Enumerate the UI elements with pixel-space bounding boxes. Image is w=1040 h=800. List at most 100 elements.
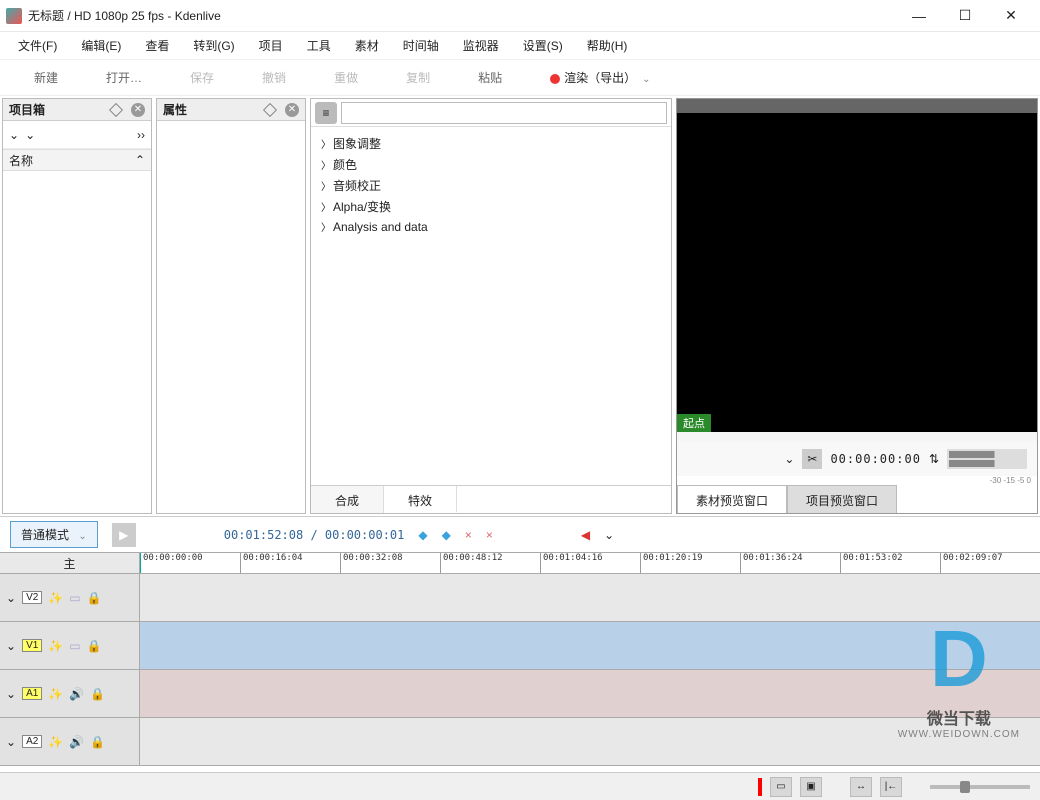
maximize-button[interactable]: ☐: [942, 1, 988, 31]
marker-in-icon[interactable]: ◆: [418, 528, 427, 542]
list-icon[interactable]: ≡: [315, 102, 337, 124]
name-column[interactable]: 名称: [9, 152, 135, 169]
menu-monitor[interactable]: 监视器: [451, 33, 511, 58]
effect-category[interactable]: Analysis and data: [311, 217, 671, 236]
effect-category[interactable]: 颜色: [311, 154, 671, 175]
delete-marker-icon[interactable]: ×: [465, 528, 472, 542]
more-icon[interactable]: ››: [137, 128, 145, 142]
undock-icon[interactable]: [109, 102, 123, 116]
app-icon: [6, 8, 22, 24]
play-icon[interactable]: ▶: [112, 523, 136, 547]
zoom-fit-icon[interactable]: ↔: [850, 777, 872, 797]
menu-help[interactable]: 帮助(H): [575, 33, 640, 58]
tab-project-monitor[interactable]: 项目预览窗口: [787, 485, 897, 513]
render-label: 渲染（导出）: [564, 71, 636, 85]
title-bar: 无标题 / HD 1080p 25 fps - Kdenlive — ☐ ✕: [0, 0, 1040, 32]
track-label: V2: [22, 591, 42, 604]
zoom-slider[interactable]: [930, 785, 1030, 789]
lock-icon[interactable]: 🔒: [87, 639, 102, 653]
props-title: 属性: [163, 101, 265, 118]
crop-icon[interactable]: ✂: [802, 449, 822, 469]
menu-goto[interactable]: 转到(G): [181, 33, 246, 58]
audio-icon[interactable]: 🔊: [69, 735, 84, 749]
edit-mode-button[interactable]: 普通模式 ⌄: [10, 521, 98, 548]
ruler-tick: 00:00:00:00: [140, 553, 240, 573]
meter-scale: -30 -15 -5 0: [677, 476, 1037, 485]
new-button[interactable]: 新建: [10, 63, 82, 92]
effect-category[interactable]: 图象调整: [311, 133, 671, 154]
flag-icon[interactable]: ◀: [581, 528, 590, 542]
open-button[interactable]: 打开…: [82, 63, 166, 92]
stepper-icon[interactable]: ⇅: [929, 452, 939, 466]
effect-search-input[interactable]: [341, 102, 667, 124]
chevron-down-icon: ⌄: [642, 74, 650, 85]
timeline-timecode[interactable]: 00:01:52:08 / 00:00:00:01: [224, 528, 405, 542]
watermark: D 微当下载 WWW.WEIDOWN.COM: [898, 613, 1020, 740]
bin-header: 项目箱 ✕: [3, 99, 151, 121]
track-v2[interactable]: ⌄V2✨▭🔒: [0, 574, 1040, 622]
ruler-tick: 00:00:32:08: [340, 553, 440, 573]
minimize-button[interactable]: —: [896, 1, 942, 31]
menu-project[interactable]: 项目: [247, 33, 295, 58]
track-label: A1: [22, 687, 42, 700]
chevron-down-icon[interactable]: ⌄: [9, 128, 19, 142]
window-title: 无标题 / HD 1080p 25 fps - Kdenlive: [28, 7, 896, 24]
menu-edit[interactable]: 编辑(E): [69, 33, 133, 58]
paste-button[interactable]: 粘贴: [454, 63, 526, 92]
snap-icon[interactable]: ▭: [770, 777, 792, 797]
menu-tools[interactable]: 工具: [295, 33, 343, 58]
copy-button[interactable]: 复制: [382, 63, 454, 92]
lock-icon[interactable]: 🔒: [90, 687, 105, 701]
track-a1[interactable]: ⌄A1✨🔊🔒: [0, 670, 1040, 718]
menu-bar: 文件(F) 编辑(E) 查看 转到(G) 项目 工具 素材 时间轴 监视器 设置…: [0, 32, 1040, 60]
undock-icon[interactable]: [263, 102, 277, 116]
color-indicator[interactable]: [758, 778, 762, 796]
master-track-label[interactable]: 主: [0, 553, 140, 573]
lock-icon[interactable]: 🔒: [90, 735, 105, 749]
undo-button[interactable]: 撤销: [238, 63, 310, 92]
marker-out-icon[interactable]: ◆: [442, 528, 451, 542]
mute-icon[interactable]: ▭: [69, 591, 80, 605]
audio-icon[interactable]: 🔊: [69, 687, 84, 701]
chevron-down-icon[interactable]: ⌄: [604, 528, 614, 542]
ruler-tick: 00:01:53:02: [840, 553, 940, 573]
monitor-timecode[interactable]: 00:00:00:00: [830, 452, 920, 466]
close-button[interactable]: ✕: [988, 1, 1034, 31]
sort-icon[interactable]: ⌃: [135, 153, 145, 167]
menu-settings[interactable]: 设置(S): [511, 33, 575, 58]
track-v1[interactable]: ⌄V1✨▭🔒: [0, 622, 1040, 670]
save-button[interactable]: 保存: [166, 63, 238, 92]
fx-icon[interactable]: ✨: [48, 591, 63, 605]
effect-category[interactable]: Alpha/变换: [311, 196, 671, 217]
thumb-icon[interactable]: ▣: [800, 777, 822, 797]
tab-compositions[interactable]: 合成: [311, 486, 384, 513]
tab-effects[interactable]: 特效: [384, 486, 457, 513]
chevron-down-icon[interactable]: ⌄: [784, 452, 794, 466]
menu-clip[interactable]: 素材: [343, 33, 391, 58]
menu-timeline[interactable]: 时间轴: [391, 33, 451, 58]
menu-view[interactable]: 查看: [133, 33, 181, 58]
menu-file[interactable]: 文件(F): [6, 33, 69, 58]
effect-category[interactable]: 音频校正: [311, 175, 671, 196]
mute-icon[interactable]: ▭: [69, 639, 80, 653]
close-icon[interactable]: ✕: [131, 103, 145, 117]
effect-tree: 图象调整 颜色 音频校正 Alpha/变换 Analysis and data: [311, 127, 671, 485]
render-button[interactable]: 渲染（导出） ⌄: [526, 63, 674, 92]
close-icon[interactable]: ✕: [285, 103, 299, 117]
bin-title: 项目箱: [9, 101, 111, 118]
fx-icon[interactable]: ✨: [48, 639, 63, 653]
lock-icon[interactable]: 🔒: [87, 591, 102, 605]
track-a2[interactable]: ⌄A2✨🔊🔒: [0, 718, 1040, 766]
tab-clip-monitor[interactable]: 素材预览窗口: [677, 485, 787, 513]
delete-marker-icon[interactable]: ×: [486, 528, 493, 542]
timeline-toolbar: 普通模式 ⌄ ▶ 00:01:52:08 / 00:00:00:01 ◆ ◆ ×…: [0, 516, 1040, 552]
chevron-down-icon[interactable]: ⌄: [25, 128, 35, 142]
zoom-in-icon[interactable]: |←: [880, 777, 902, 797]
track-label: A2: [22, 735, 42, 748]
props-header: 属性 ✕: [157, 99, 305, 121]
fx-icon[interactable]: ✨: [48, 687, 63, 701]
timeline-ruler[interactable]: 00:00:00:00 00:00:16:04 00:00:32:08 00:0…: [140, 553, 1040, 573]
fx-icon[interactable]: ✨: [48, 735, 63, 749]
redo-button[interactable]: 重做: [310, 63, 382, 92]
monitor-view[interactable]: 起点: [677, 99, 1037, 432]
